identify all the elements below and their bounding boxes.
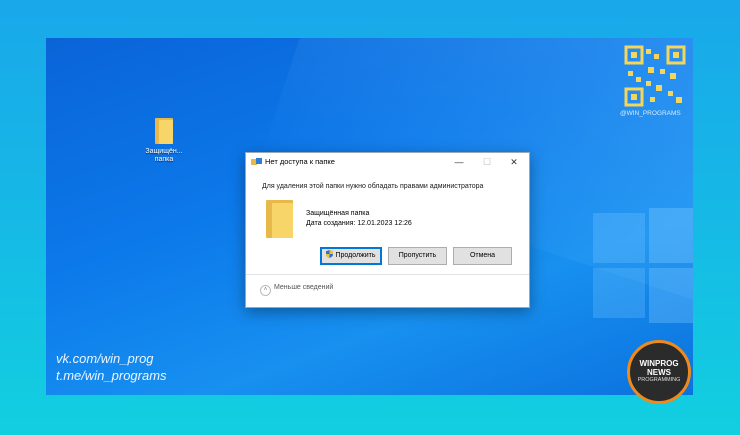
chevron-up-icon: ˄ xyxy=(260,285,271,296)
continue-button[interactable]: Продолжить xyxy=(320,247,382,265)
channel-handle: @WIN_PROGRAMS xyxy=(620,110,681,117)
skip-button[interactable]: Пропустить xyxy=(388,247,447,265)
maximize-button[interactable]: ☐ xyxy=(478,155,496,169)
dialog-divider xyxy=(246,274,529,275)
less-details-toggle[interactable]: ˄ Меньше сведений xyxy=(260,284,333,296)
desktop-folder-label: Защищён... папка xyxy=(145,148,183,163)
dialog-titlebar: Нет доступа к папке — ☐ ✕ xyxy=(246,153,529,171)
uac-shield-icon xyxy=(326,250,334,258)
vk-link[interactable]: vk.com/win_prog xyxy=(56,350,167,367)
dialog-message: Для удаления этой папки нужно обладать п… xyxy=(262,183,484,190)
minimize-button[interactable]: — xyxy=(450,155,468,169)
desktop-folder[interactable]: Защищён... папка xyxy=(134,118,194,164)
file-date: Дата создания: 12.01.2023 12:26 xyxy=(306,220,412,227)
close-button[interactable]: ✕ xyxy=(505,155,523,169)
folder-icon xyxy=(266,200,293,238)
continue-label: Продолжить xyxy=(335,252,376,259)
telegram-link[interactable]: t.me/win_programs xyxy=(56,367,167,384)
access-denied-dialog: Нет доступа к папке — ☐ ✕ Для удаления э… xyxy=(245,152,530,308)
badge-line-3: PROGRAMMING xyxy=(637,377,681,383)
folder-icon xyxy=(155,118,173,144)
winprog-badge-logo: WINPROG NEWS PROGRAMMING xyxy=(627,340,691,404)
channel-links: vk.com/win_prog t.me/win_programs xyxy=(56,350,167,384)
dialog-title: Нет доступа к папке xyxy=(265,157,335,166)
folder-transfer-icon xyxy=(251,158,262,165)
badge-line-1: WINPROG xyxy=(639,359,679,368)
badge-line-2: NEWS xyxy=(647,368,671,377)
cancel-button[interactable]: Отмена xyxy=(453,247,512,265)
file-name: Защищённая папка xyxy=(306,210,370,217)
qr-code-icon xyxy=(624,45,686,107)
desktop-screen: Защищён... папка Нет доступа к папке — ☐… xyxy=(46,38,693,395)
less-details-label: Меньше сведений xyxy=(274,284,334,291)
